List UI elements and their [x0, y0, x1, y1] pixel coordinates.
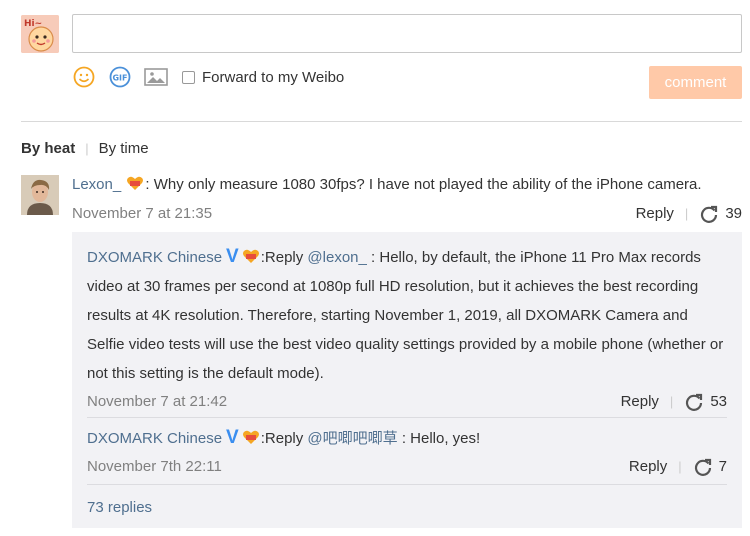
smiley-icon[interactable] — [72, 65, 96, 89]
fan-badge-icon — [242, 426, 260, 444]
meta-separator: | — [684, 206, 689, 221]
meta-separator: | — [678, 459, 682, 474]
gif-icon[interactable]: GIF — [108, 65, 132, 89]
repost-count: 39 — [725, 205, 742, 222]
repost-icon — [686, 393, 703, 411]
comment-time: November 7 at 21:35 — [72, 205, 213, 222]
reply-button[interactable]: Reply — [636, 205, 674, 223]
reply-divider — [87, 417, 727, 418]
reply-thread: DXOMARK Chinese V :Reply @lexon_ : Hello,… — [72, 232, 742, 528]
reply-username[interactable]: DXOMARK Chinese — [87, 249, 222, 266]
sort-separator: | — [85, 141, 89, 156]
reply-username[interactable]: DXOMARK Chinese — [87, 430, 222, 447]
comment-text: : Why only measure 1080 30fps? I have no… — [145, 176, 702, 193]
meta-separator: | — [669, 394, 674, 409]
forward-label: Forward to my Weibo — [202, 68, 345, 86]
repost-button[interactable]: 53 — [684, 387, 727, 416]
view-more-replies-link[interactable]: 73 replies — [87, 499, 152, 516]
reply-prefix: :Reply — [260, 430, 308, 447]
reply-item: DXOMARK Chinese V :Reply @吧唧吧唧草 : Hello, … — [87, 423, 727, 481]
avatar-hi-text: Hi~ — [24, 19, 42, 29]
repost-icon — [701, 205, 718, 223]
repost-icon — [694, 458, 711, 476]
reply-mention[interactable]: @lexon_ — [307, 249, 366, 266]
comment-username[interactable]: Lexon_ — [72, 176, 121, 193]
reply-mention[interactable]: @吧唧吧唧草 — [307, 430, 397, 447]
repost-button[interactable]: 7 — [693, 452, 727, 481]
avatar[interactable] — [21, 175, 59, 215]
sort-by-heat[interactable]: By heat — [21, 140, 75, 157]
reply-time: November 7th 22:11 — [87, 458, 222, 475]
reply-text: : Hello, by default, the iPhone 11 Pro M… — [87, 249, 724, 382]
repost-count: 53 — [710, 393, 727, 410]
repost-button[interactable]: 39 — [699, 204, 742, 224]
reply-text: : Hello, yes! — [397, 430, 481, 447]
svg-text:GIF: GIF — [112, 74, 127, 83]
forward-checkbox[interactable] — [182, 70, 195, 84]
repost-count: 7 — [718, 458, 727, 475]
reply-button[interactable]: Reply — [629, 452, 667, 481]
my-avatar: Hi~ — [21, 15, 59, 53]
sort-by-time[interactable]: By time — [99, 140, 149, 157]
verified-icon: V — [226, 246, 239, 267]
verified-icon: V — [226, 427, 239, 448]
comment: Lexon_ : Why only measure 1080 30fps? I … — [72, 175, 742, 224]
reply-button[interactable]: Reply — [621, 387, 659, 416]
divider — [21, 121, 742, 122]
reply-prefix: :Reply — [260, 249, 308, 266]
comment-button[interactable]: comment — [649, 66, 742, 99]
sort-tabs: By heat | By time — [21, 140, 149, 157]
fan-badge-icon — [242, 245, 260, 263]
image-icon[interactable] — [144, 65, 168, 89]
comment-input[interactable] — [72, 14, 742, 53]
reply-divider — [87, 484, 727, 485]
fan-badge-icon — [126, 175, 144, 191]
compose-toolbar: GIF Forward to my Weibo — [72, 64, 344, 90]
reply-time: November 7 at 21:42 — [87, 393, 228, 410]
reply-item: DXOMARK Chinese V :Reply @lexon_ : Hello,… — [87, 242, 727, 416]
forward-to-weibo[interactable]: Forward to my Weibo — [182, 69, 344, 86]
